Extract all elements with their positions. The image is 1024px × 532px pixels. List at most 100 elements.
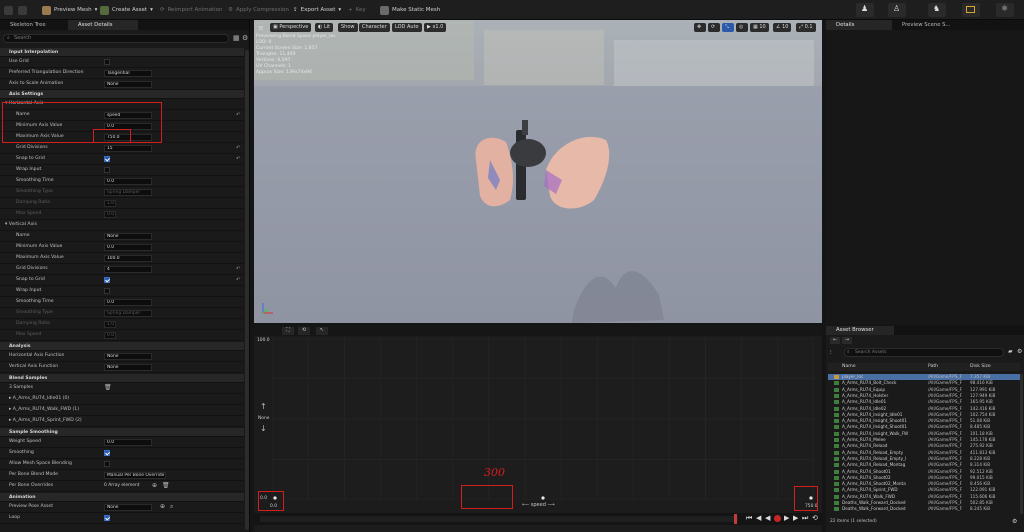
reset-icon[interactable]: ↶	[236, 156, 240, 162]
timeline-playhead[interactable]	[734, 514, 737, 524]
v-smoothing-time-input[interactable]: 0.0	[104, 298, 152, 306]
col-name-header[interactable]: Name	[842, 363, 856, 371]
category-animation[interactable]: Animation	[0, 493, 244, 502]
blend-sample-point[interactable]	[541, 496, 545, 500]
triangulation-dropdown[interactable]: Tangential	[104, 69, 152, 77]
h-max-speed-input[interactable]: 0.0	[104, 210, 116, 218]
viewport-menu-icon[interactable]: ≡	[258, 24, 264, 32]
search-icon[interactable]: ⌕	[170, 503, 173, 511]
mesh-mode-button[interactable]: ♙	[888, 3, 906, 17]
make-static-mesh-button[interactable]: Make Static Mesh	[380, 4, 440, 16]
row-vertical-axis[interactable]: ▾ Vertical Axis	[0, 220, 244, 231]
asset-list-item[interactable]: A_Arms_RU74_Reload_Empty_I/All/Game/FPS_…	[828, 456, 1020, 462]
settings-icon[interactable]: ⚙	[242, 34, 248, 42]
asset-list-item[interactable]: A_Arms_RU74_Melee/All/Game/FPS_F 145.178 …	[828, 437, 1020, 443]
reset-icon[interactable]: ↶	[236, 112, 240, 118]
timeline-track[interactable]	[260, 516, 738, 522]
lod-auto-button[interactable]: LOD Auto	[392, 23, 422, 32]
translate-tool-icon[interactable]: ✥	[694, 23, 706, 32]
v-axis-max-input[interactable]: 100.0	[104, 254, 152, 262]
details-search-input[interactable]: ⌕ Search	[3, 34, 229, 43]
asset-list-item[interactable]: A_Arms_RU74_Shoot02_Monta/All/Game/FPS_F…	[828, 481, 1020, 487]
asset-search-input[interactable]: ⌕ Search Assets	[844, 348, 1004, 357]
skip-end-icon[interactable]: ⏭	[802, 514, 808, 523]
v-axis-min-input[interactable]: 0.0	[104, 243, 152, 251]
asset-list-item[interactable]: A_Arms_RU74_Reload_Montag/All/Game/FPS_F…	[828, 462, 1020, 468]
h-smoothing-time-input[interactable]: 0.0	[104, 177, 152, 185]
tab-asset-details[interactable]: Asset Details	[68, 20, 138, 30]
v-axis-function-dropdown[interactable]: None	[104, 363, 152, 371]
allow-mesh-space-checkbox[interactable]	[104, 461, 110, 467]
step-forward-icon[interactable]: ▶	[793, 514, 798, 522]
tab-preview-scene[interactable]: Preview Scene S...	[892, 20, 978, 30]
loop-playback-icon[interactable]: ⟲	[812, 514, 818, 522]
category-sample-smoothing[interactable]: Sample Smoothing	[0, 428, 244, 437]
asset-list-item[interactable]: A_Arms_RU74_Idle01/All/Game/FPS_F 165.95 …	[828, 399, 1020, 405]
asset-list-item[interactable]: A_Arms_RU74_Reload/All/Game/FPS_F 275.92 …	[828, 443, 1020, 449]
key-button[interactable]: + Key	[348, 4, 366, 16]
reverse-icon[interactable]: ◀	[765, 514, 770, 522]
col-size-header[interactable]: Disk Size	[970, 363, 991, 371]
row-sample-1[interactable]: ▸ A_Arms_RU74_Walk_FWD (1)	[0, 405, 244, 416]
record-icon[interactable]	[774, 515, 781, 522]
preview-mesh-button[interactable]: Preview Mesh ▾	[42, 4, 97, 16]
v-wrap-input-checkbox[interactable]	[104, 288, 110, 294]
weight-speed-input[interactable]: 0.0	[104, 438, 152, 446]
v-axis-name-input[interactable]: None	[104, 232, 152, 240]
tab-details[interactable]: Details	[826, 20, 892, 30]
asset-list-item[interactable]: Deaths_Walk_Forward_Docked/All/Game/FPS_…	[828, 500, 1020, 506]
grid-view-icon[interactable]: ▦	[233, 34, 240, 42]
v-max-speed-input[interactable]: 0.0	[104, 331, 116, 339]
browse-icon[interactable]: ⊕	[160, 503, 165, 510]
reset-icon[interactable]: ↶	[236, 266, 240, 272]
asset-list-item[interactable]: A_Arms_RU74_Insight_Idle01/All/Game/FPS_…	[828, 412, 1020, 418]
v-grid-divisions-input[interactable]: 4	[104, 265, 152, 273]
blend-space-editor[interactable]: ⛶ ⟲ ↖ Hold Control to set the Preview Po…	[254, 326, 822, 532]
folder-icon[interactable]: ▰	[1008, 348, 1013, 355]
asset-list-item[interactable]: Deaths_Walk_Forward_Docked/All/Game/FPS_…	[828, 506, 1020, 512]
asset-list-item[interactable]: A_Arms_RU74_Idle02/All/Game/FPS_F 142.416…	[828, 406, 1020, 412]
v-smoothing-type-dropdown[interactable]: Spring Damper	[104, 309, 152, 317]
back-arrow-icon[interactable]: ←	[830, 337, 840, 344]
asset-list-item[interactable]: A_Arms_RU74_Holster/All/Game/FPS_F 127.94…	[828, 393, 1020, 399]
h-grid-divisions-input[interactable]: 15	[104, 144, 152, 152]
play-icon[interactable]: ▶	[784, 514, 789, 522]
h-snap-to-grid-checkbox[interactable]	[104, 156, 110, 162]
animation-mode-button[interactable]: ♞	[928, 3, 946, 17]
col-path-header[interactable]: Path	[928, 363, 938, 371]
fit-view-icon[interactable]: ⛶	[282, 327, 294, 335]
asset-list-item[interactable]: A_Arms_RU74_Equip/All/Game/FPS_F 127.991 …	[828, 387, 1020, 393]
show-button[interactable]: Show	[338, 23, 358, 32]
character-button[interactable]: Character	[359, 23, 390, 32]
loop-checkbox[interactable]	[104, 515, 110, 521]
row-sample-0[interactable]: ▸ A_Arms_RU74_Idle01 (0)	[0, 394, 244, 405]
preview-pose-asset-dropdown[interactable]: None	[104, 503, 152, 511]
world-space-icon[interactable]: ◎	[736, 23, 748, 32]
tab-skeleton-tree[interactable]: Skeleton Tree	[0, 20, 68, 30]
skeleton-mode-button[interactable]: ♟	[856, 3, 874, 17]
category-blend-samples[interactable]: Blend Samples	[0, 374, 244, 383]
asset-list-item[interactable]: A_Arms_RU74_Insight_Walk_FW/All/Game/FPS…	[828, 431, 1020, 437]
save-icon[interactable]	[4, 4, 13, 16]
perspective-button[interactable]: ▣ Perspective	[270, 23, 312, 32]
asset-list-item[interactable]: A_Arms_RU74_Insight_Shoot01/All/Game/FPS…	[828, 418, 1020, 424]
asset-list-item[interactable]: A_Arms_RU74_Walk_FWD/All/Game/FPS_F 115.6…	[828, 494, 1020, 500]
physics-mode-button[interactable]: ⚛	[996, 3, 1014, 17]
filter-icon[interactable]: ⫶	[830, 349, 832, 357]
h-smoothing-type-dropdown[interactable]: Spring Damper	[104, 188, 152, 196]
skip-start-icon[interactable]: ⏮	[746, 514, 752, 523]
rotate-tool-icon[interactable]: ⟳	[708, 23, 720, 32]
reset-icon[interactable]: ↶	[236, 277, 240, 283]
timeline-bar[interactable]: ⏮ ◀ ◀ ▶ ▶ ⏭ ⟲	[254, 513, 822, 525]
v-damping-input[interactable]: 1.0	[104, 320, 116, 328]
h-damping-input[interactable]: 1.0	[104, 199, 116, 207]
asset-list-item[interactable]: A_Arms_RU74_Shoot02/All/Game/FPS_F 99.015…	[828, 475, 1020, 481]
category-analysis[interactable]: Analysis	[0, 342, 244, 351]
grid-snap-button[interactable]: ▦ 10	[750, 23, 769, 32]
asset-list-item[interactable]: A_Arms_RU74_Bolt_Check/All/Game/FPS_F 98.…	[828, 380, 1020, 386]
v-snap-to-grid-checkbox[interactable]	[104, 277, 110, 283]
step-back-icon[interactable]: ◀	[756, 514, 761, 522]
category-input-interpolation[interactable]: Input Interpolation	[0, 48, 244, 57]
export-asset-button[interactable]: ⇪ Export Asset ▾	[293, 4, 341, 16]
view-options-icon[interactable]: ⚙	[1012, 518, 1017, 525]
